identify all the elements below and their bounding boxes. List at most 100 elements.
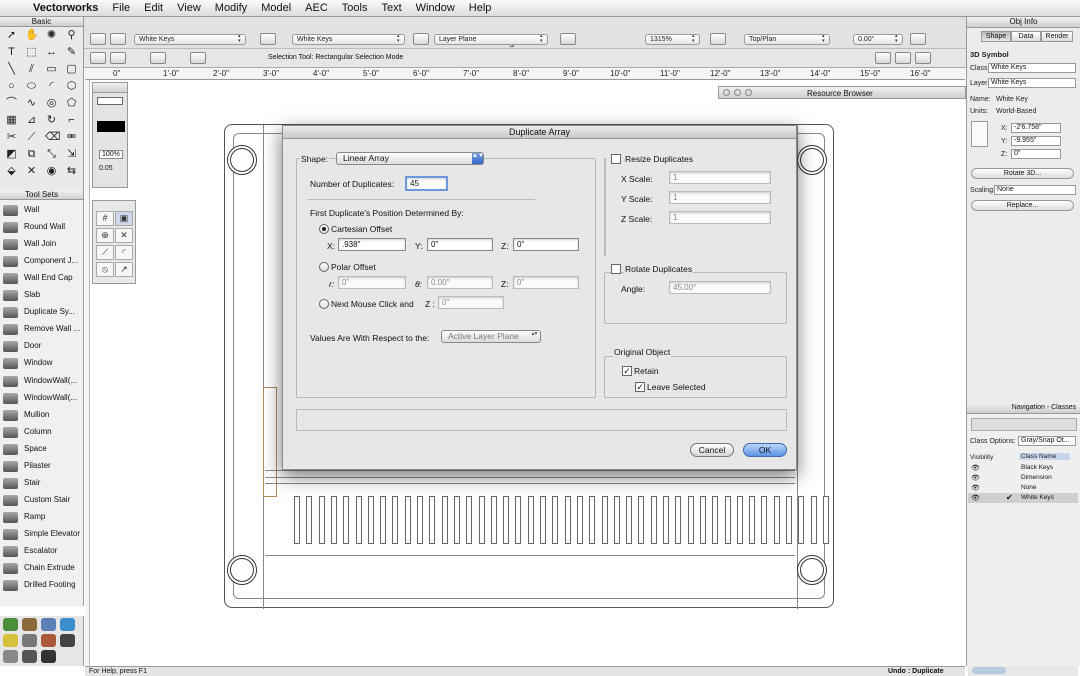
dims-notes-icon[interactable] [41, 634, 56, 647]
fill-swatch[interactable] [97, 97, 123, 105]
tool-ramp[interactable]: Ramp [0, 509, 84, 526]
clip-tool-icon[interactable]: ⚮ [65, 131, 78, 144]
z-offset-field[interactable]: 0" [513, 238, 579, 251]
tool-slab[interactable]: Slab [0, 287, 84, 304]
tools-icon[interactable] [41, 650, 56, 663]
tool-mullion[interactable]: Mullion [0, 407, 84, 424]
grid-tool-icon[interactable]: ▦ [5, 114, 18, 127]
menu-text[interactable]: Text [374, 2, 408, 14]
swap-tool-icon[interactable]: ⇆ [65, 165, 78, 178]
view-icon[interactable] [710, 33, 726, 45]
dimension-tool-icon[interactable]: ↔ [45, 46, 58, 59]
snap-intersection-icon[interactable]: ✕ [115, 228, 133, 243]
split-tool-icon[interactable]: ⟋ [25, 131, 38, 144]
minimize-icon[interactable] [734, 89, 741, 96]
menu-model[interactable]: Model [254, 2, 298, 14]
cartesian-radio[interactable] [319, 224, 329, 234]
tool-drilled-footing[interactable]: Drilled Footing [0, 577, 84, 594]
tool-windowwall[interactable]: WindowWall(... [0, 373, 84, 390]
opacity-field[interactable]: 100% [99, 150, 123, 159]
snap-point-icon[interactable]: ⦸ [96, 262, 114, 277]
callout-tool-icon[interactable]: ⬚ [25, 46, 38, 59]
anchor-point-icon[interactable] [971, 121, 988, 147]
zoom-icon[interactable] [560, 33, 576, 45]
class-options-popup[interactable]: Gray/Snap Ot... [1018, 436, 1076, 446]
class-row[interactable]: 👁 Black Keys [968, 463, 1078, 473]
class-row[interactable]: 👁 Dimension [968, 473, 1078, 483]
rotation-field[interactable]: 0.00° [853, 34, 903, 45]
snap-grid-icon[interactable]: # [96, 211, 114, 226]
lighting-icon[interactable] [3, 634, 18, 647]
class-row[interactable]: 👁 ✔ White Keys [968, 493, 1078, 503]
snap-tangent-icon[interactable]: ◜ [115, 245, 133, 260]
angle-field[interactable]: 45.00° [669, 281, 771, 294]
menu-aec[interactable]: AEC [298, 2, 335, 14]
polar-z-field[interactable]: 0" [513, 276, 579, 289]
zoom-icon[interactable] [745, 89, 752, 96]
respect-popup[interactable]: Active Layer Plane ▴▾ [441, 330, 541, 343]
class-name-column[interactable]: Class Name [1019, 453, 1071, 460]
snap-edge-icon[interactable]: ↗ [115, 262, 133, 277]
visibility-eye-icon[interactable]: 👁 [971, 484, 980, 492]
snap-distance-icon[interactable]: ⟋ [96, 245, 114, 260]
menu-file[interactable]: File [105, 2, 137, 14]
tool-column[interactable]: Column [0, 424, 84, 441]
freehand-tool-icon[interactable]: ∿ [25, 97, 38, 110]
x-field[interactable]: -2'6.758" [1011, 123, 1061, 133]
flyover-tool-icon[interactable]: ✺ [45, 29, 58, 42]
layer-options-icon[interactable] [260, 33, 276, 45]
visibility-tool-icon[interactable]: ◉ [45, 165, 58, 178]
zoom-tool-icon[interactable]: ⚲ [65, 29, 78, 42]
rotate-3d-button[interactable]: Rotate 3D... [971, 168, 1074, 179]
tool-remove-wall[interactable]: Remove Wall ... [0, 321, 84, 338]
zoom-field[interactable]: 1315% [645, 34, 700, 45]
tool-wall[interactable]: Wall [0, 202, 84, 219]
scaling-popup[interactable]: None [994, 185, 1076, 195]
selected-white-key[interactable] [263, 387, 277, 497]
navigation-tabs[interactable] [971, 418, 1077, 431]
tool-door[interactable]: Door [0, 338, 84, 355]
replace-button[interactable]: Replace... [971, 200, 1074, 211]
mode-rect-icon[interactable] [90, 52, 106, 64]
render-icon[interactable] [910, 33, 926, 45]
visualization-icon[interactable] [3, 650, 18, 663]
class-popup[interactable]: White Keys [988, 63, 1076, 73]
rotate-checkbox[interactable] [611, 264, 621, 274]
visibility-column[interactable]: Visibility [970, 454, 993, 461]
tool-duplicate-sy[interactable]: Duplicate Sy... [0, 304, 84, 321]
machine-design-icon[interactable] [41, 618, 56, 631]
snap-object-icon[interactable]: ▣ [115, 211, 133, 226]
sym-tool-icon[interactable]: ⬙ [5, 165, 18, 178]
cancel-button[interactable]: Cancel [690, 443, 734, 457]
tool-chain-extrude[interactable]: Chain Extrude [0, 560, 84, 577]
tool-pilaster[interactable]: Pilaster [0, 458, 84, 475]
eraser-tool-icon[interactable]: ⌫ [45, 131, 61, 144]
class-popup[interactable]: White Keys [134, 34, 246, 45]
snap-angle-icon[interactable]: ⊕ [96, 228, 114, 243]
layer-popup[interactable]: White Keys [988, 78, 1076, 88]
num-dup-field[interactable]: 45 [405, 176, 448, 191]
fillet-tool-icon[interactable]: ⌐ [65, 114, 78, 127]
retain-checkbox[interactable]: ✓ [622, 366, 632, 376]
menu-modify[interactable]: Modify [208, 2, 254, 14]
building-shell-icon[interactable] [3, 618, 18, 631]
tool-stair[interactable]: Stair [0, 475, 84, 492]
tool-round-wall[interactable]: Round Wall [0, 219, 84, 236]
3d-modeling-icon[interactable] [60, 634, 75, 647]
tool-windowwall[interactable]: WindowWall(... [0, 390, 84, 407]
menu-edit[interactable]: Edit [137, 2, 170, 14]
theta-field[interactable]: 0.00° [427, 276, 493, 289]
tab-render[interactable]: Render [1041, 31, 1073, 42]
menu-tools[interactable]: Tools [335, 2, 375, 14]
mode-lasso-icon[interactable] [150, 52, 166, 64]
menu-help[interactable]: Help [462, 2, 499, 14]
snap-c-icon[interactable] [915, 52, 931, 64]
yscale-field[interactable]: 1 [669, 191, 771, 204]
zscale-field[interactable]: 1 [669, 211, 771, 224]
text-tool-icon[interactable]: T [5, 46, 18, 59]
trim-tool-icon[interactable]: ✂ [5, 131, 18, 144]
next-z-field[interactable]: 0" [438, 296, 504, 309]
y-field[interactable]: -9.955" [1011, 136, 1061, 146]
snap-a-icon[interactable] [875, 52, 891, 64]
connect-tool-icon[interactable]: ⤡ [45, 148, 58, 161]
